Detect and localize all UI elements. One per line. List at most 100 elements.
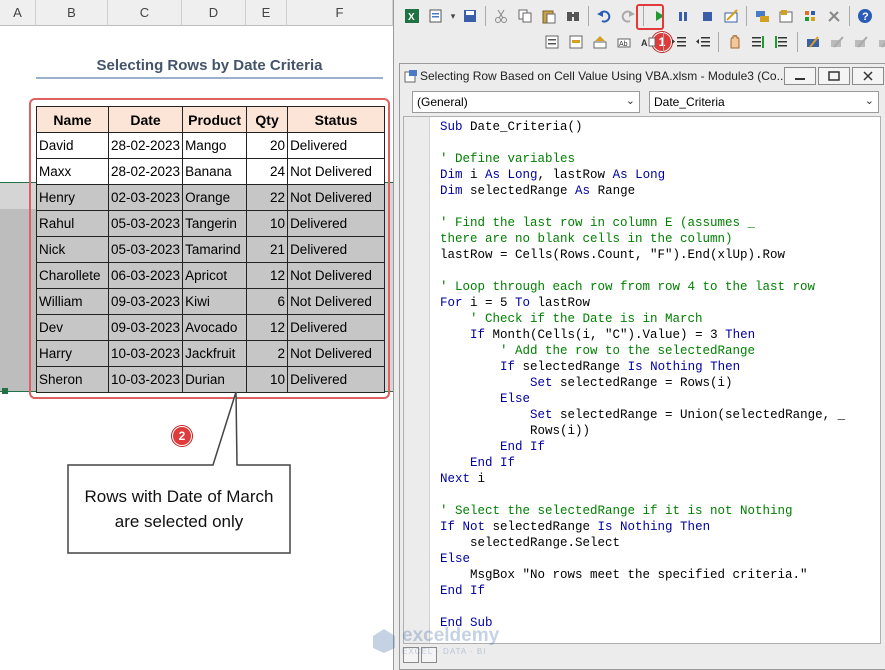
code-token: Dim <box>440 168 471 182</box>
uncomment-block-icon[interactable] <box>771 31 793 53</box>
code-token: ' Add the row to the selectedRange <box>440 344 756 358</box>
module-icon <box>404 69 418 86</box>
code-line: ' Define variables <box>440 151 845 167</box>
code-token: End If <box>500 440 546 454</box>
object-dropdown[interactable]: (General) ⌄ <box>412 91 640 113</box>
undo-icon[interactable] <box>593 5 615 27</box>
code-token: Then <box>725 328 756 342</box>
next-bookmark-icon[interactable] <box>826 31 848 53</box>
comment-block-icon[interactable] <box>747 31 769 53</box>
code-token: Range <box>597 184 636 198</box>
code-token: selectedRange = Rows(i) <box>560 376 733 390</box>
code-line: there are no blank cells in the column) <box>440 231 845 247</box>
procedure-dropdown[interactable]: Date_Criteria ⌄ <box>649 91 879 113</box>
toggle-breakpoint-icon[interactable] <box>723 31 745 53</box>
previous-bookmark-icon[interactable] <box>850 31 872 53</box>
code-token: ' Find the last row in column E (assumes… <box>440 216 756 230</box>
callout-bubble <box>67 391 291 554</box>
code-token: lastRow <box>537 296 591 310</box>
toggle-bookmark-icon[interactable] <box>802 31 824 53</box>
toolbar-separator <box>485 6 486 26</box>
code-line: Else <box>440 391 845 407</box>
code-line: Dim selectedRange As Range <box>440 183 845 199</box>
insert-dropdown-icon[interactable]: ▾ <box>449 5 457 27</box>
break-icon[interactable] <box>672 5 694 27</box>
insert-module-icon[interactable] <box>425 5 447 27</box>
code-token: ' Loop through each row from row 4 to th… <box>440 280 816 294</box>
code-token: i <box>477 472 486 486</box>
code-token: MsgBox "No rows meet the specified crite… <box>440 568 808 582</box>
code-token: Sub <box>440 120 471 134</box>
code-token: ' Define variables <box>440 152 576 166</box>
design-mode-icon[interactable] <box>720 5 742 27</box>
properties-icon[interactable] <box>775 5 797 27</box>
code-token: Date_Criteria() <box>470 120 583 134</box>
code-margin[interactable] <box>404 117 430 643</box>
code-token: ' Check if the Date is in March <box>440 312 703 326</box>
toolbar-separator <box>663 32 664 52</box>
code-line: Sub Date_Criteria() <box>440 119 845 135</box>
toolbar-separator <box>718 32 719 52</box>
indent-icon[interactable] <box>668 31 690 53</box>
window-title-text: Selecting Row Based on Cell Value Using … <box>420 69 787 83</box>
code-token: If <box>470 328 493 342</box>
code-line: Set selectedRange = Rows(i) <box>440 375 845 391</box>
close-button[interactable] <box>852 67 884 85</box>
step-badge-2: 2 <box>172 426 192 446</box>
minimize-button[interactable] <box>784 67 816 85</box>
excel-icon[interactable]: X <box>401 5 423 27</box>
callout-line-1: Rows with Date of March <box>84 487 274 506</box>
code-token: End If <box>440 584 486 598</box>
quick-info-icon[interactable] <box>589 31 611 53</box>
code-token: there are no blank cells in the column) <box>440 232 733 246</box>
code-token: For <box>440 296 471 310</box>
code-editor[interactable]: Sub Date_Criteria() ' Define variables Dim… <box>403 116 881 644</box>
toolbar-separator <box>849 6 850 26</box>
code-line: Rows(i)) <box>440 423 845 439</box>
code-line: ' Select the selectedRange if it is not … <box>440 503 845 519</box>
maximize-button[interactable] <box>818 67 850 85</box>
code-line: For i = 5 To lastRow <box>440 295 845 311</box>
svg-text:A: A <box>641 38 648 48</box>
object-browser-icon[interactable] <box>799 5 821 27</box>
code-line: If selectedRange Is Nothing Then <box>440 359 845 375</box>
code-token: lastRow = Cells(Rows.Count, "F").End(xlU… <box>440 248 786 262</box>
outdent-icon[interactable] <box>692 31 714 53</box>
worksheet-pane: A B C D E F Selecting Rows by Date Crite… <box>0 0 393 670</box>
object-dropdown-value: (General) <box>417 95 468 109</box>
parameter-info-icon[interactable]: Ab <box>613 31 635 53</box>
toolbar-separator <box>746 6 747 26</box>
help-icon[interactable]: ? <box>854 5 876 27</box>
svg-text:?: ? <box>862 11 869 23</box>
code-token: Is Nothing Then <box>597 520 711 534</box>
copy-icon[interactable] <box>514 5 536 27</box>
project-explorer-icon[interactable] <box>751 5 773 27</box>
list-constants-icon[interactable] <box>565 31 587 53</box>
code-token: Else <box>500 392 531 406</box>
save-icon[interactable] <box>459 5 481 27</box>
paste-icon[interactable] <box>538 5 560 27</box>
toolbar-separator <box>588 6 589 26</box>
watermark-subtitle: EXCEL · DATA · BI <box>402 646 487 656</box>
code-token: Next <box>440 472 478 486</box>
watermark-icon <box>373 629 395 653</box>
list-properties-icon[interactable] <box>541 31 563 53</box>
code-token: Dim <box>440 184 471 198</box>
code-token: End If <box>470 456 516 470</box>
code-token: As Long <box>612 168 666 182</box>
code-line: Set selectedRange = Union(selectedRange,… <box>440 407 845 423</box>
find-icon[interactable] <box>562 5 584 27</box>
code-token: , lastRow <box>537 168 613 182</box>
complete-word-icon[interactable]: A <box>637 31 659 53</box>
code-token: Rows(i)) <box>440 424 591 438</box>
reset-icon[interactable] <box>696 5 718 27</box>
cut-icon[interactable] <box>490 5 512 27</box>
toolbox-icon[interactable] <box>823 5 845 27</box>
clear-bookmarks-icon[interactable] <box>874 31 885 53</box>
